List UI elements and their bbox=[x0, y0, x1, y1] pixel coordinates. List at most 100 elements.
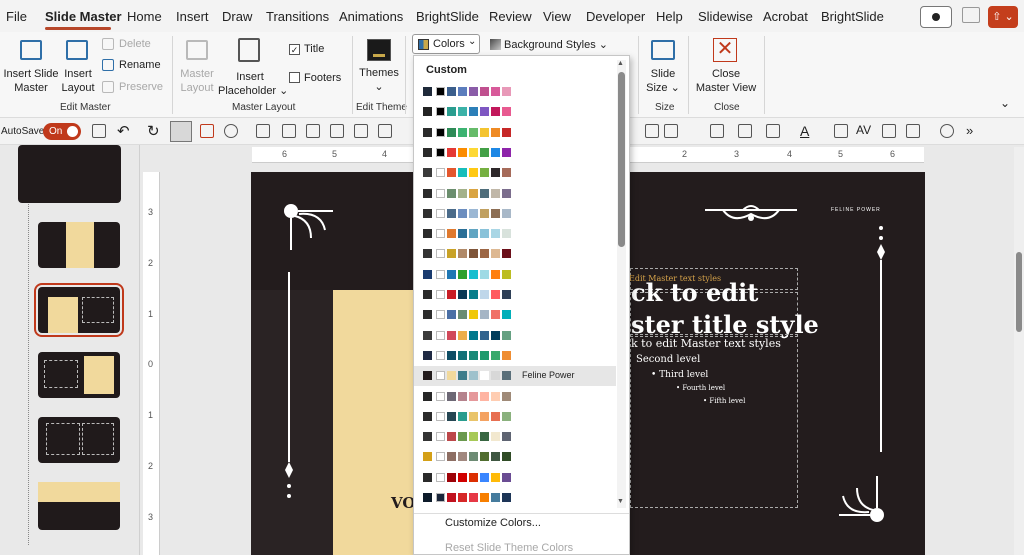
menu-help[interactable]: Help bbox=[656, 9, 683, 24]
font-color-icon[interactable]: A bbox=[800, 123, 809, 139]
line-spacing-icon[interactable] bbox=[882, 124, 896, 138]
background-styles-button[interactable]: Background Styles ⌄ bbox=[504, 38, 608, 51]
layout-thumbnail-3[interactable] bbox=[38, 352, 120, 398]
color-palette-option[interactable] bbox=[414, 468, 616, 488]
master-layout-button[interactable]: Master Layout bbox=[178, 67, 216, 95]
paint-bucket-icon[interactable] bbox=[664, 124, 678, 138]
scroll-up-icon[interactable]: ▲ bbox=[617, 60, 624, 67]
shape-outline-icon[interactable] bbox=[710, 124, 724, 138]
save-icon[interactable] bbox=[92, 124, 106, 138]
align-center-icon[interactable] bbox=[330, 124, 344, 138]
menu-brightslide-2[interactable]: BrightSlide bbox=[821, 9, 884, 24]
scroll-down-icon[interactable]: ▼ bbox=[617, 498, 624, 505]
color-palette-option[interactable] bbox=[414, 143, 616, 163]
palette-swatch bbox=[458, 411, 467, 421]
color-palette-option[interactable] bbox=[414, 265, 616, 285]
color-palette-option[interactable] bbox=[414, 407, 616, 427]
insert-layout-button[interactable]: Insert Layout bbox=[60, 67, 96, 95]
menu-slidewise[interactable]: Slidewise bbox=[698, 9, 753, 24]
color-palette-option[interactable] bbox=[414, 305, 616, 325]
autosave-toggle[interactable]: On bbox=[43, 123, 81, 140]
menu-review[interactable]: Review bbox=[489, 9, 532, 24]
align-left-icon[interactable] bbox=[306, 124, 320, 138]
slide-master-thumbnail[interactable] bbox=[18, 145, 121, 203]
menu-file[interactable]: File bbox=[6, 9, 27, 24]
fill-color-icon[interactable] bbox=[738, 124, 752, 138]
shapes-icon[interactable] bbox=[224, 124, 238, 138]
menu-draw[interactable]: Draw bbox=[222, 9, 252, 24]
redo-icon[interactable]: ↻ bbox=[147, 122, 160, 140]
color-palette-option[interactable] bbox=[414, 285, 616, 305]
reset-theme-colors-item[interactable]: Reset Slide Theme Colors bbox=[445, 542, 573, 554]
main-scrollbar[interactable] bbox=[1014, 147, 1024, 555]
color-palette-option[interactable] bbox=[414, 184, 616, 204]
menu-slide-master[interactable]: Slide Master bbox=[45, 9, 122, 24]
delete-button[interactable]: Delete bbox=[119, 38, 151, 50]
color-palette-option[interactable] bbox=[414, 244, 616, 264]
color-palette-option[interactable]: Feline Power bbox=[414, 366, 616, 387]
menu-insert[interactable]: Insert bbox=[176, 9, 209, 24]
colors-button[interactable]: Colors ⌄ bbox=[412, 34, 480, 54]
themes-label: Themes bbox=[359, 67, 399, 79]
align-middle-icon[interactable] bbox=[378, 124, 392, 138]
layout-thumbnail-4[interactable] bbox=[38, 417, 120, 463]
pen-icon[interactable] bbox=[766, 124, 780, 138]
color-palette-option[interactable] bbox=[414, 447, 616, 467]
align-top-icon[interactable] bbox=[282, 124, 296, 138]
share-button[interactable]: ⇧ ⌄ bbox=[988, 6, 1018, 28]
preserve-button[interactable]: Preserve bbox=[119, 81, 163, 93]
color-palette-option[interactable] bbox=[414, 204, 616, 224]
menu-view[interactable]: View bbox=[543, 9, 571, 24]
color-palette-option[interactable] bbox=[414, 102, 616, 122]
align-right-icon[interactable] bbox=[354, 124, 368, 138]
dropdown-scroll-thumb[interactable] bbox=[618, 72, 625, 247]
color-palette-option[interactable] bbox=[414, 387, 616, 407]
menu-home[interactable]: Home bbox=[127, 9, 162, 24]
insert-slide-master-button[interactable]: Insert Slide Master bbox=[3, 67, 59, 95]
customize-colors-item[interactable]: Customize Colors... bbox=[445, 517, 541, 529]
menu-brightslide[interactable]: BrightSlide bbox=[416, 9, 479, 24]
themes-button[interactable]: Themes ⌄ bbox=[358, 66, 400, 94]
color-palette-option[interactable] bbox=[414, 488, 616, 508]
palette-swatch bbox=[447, 350, 456, 360]
layout-thumbnail-1[interactable] bbox=[38, 222, 120, 268]
char-spacing-icon[interactable]: AV bbox=[856, 123, 871, 137]
color-palette-option[interactable] bbox=[414, 326, 616, 346]
color-palette-option[interactable] bbox=[414, 82, 616, 102]
more-commands-icon[interactable]: » bbox=[966, 123, 973, 138]
color-palette-option[interactable] bbox=[414, 224, 616, 244]
collapse-ribbon-icon[interactable]: ⌄ bbox=[1000, 96, 1010, 110]
color-palette-option[interactable] bbox=[414, 123, 616, 143]
ruler-tick: 2 bbox=[148, 461, 154, 471]
menu-developer[interactable]: Developer bbox=[586, 9, 645, 24]
close-master-view-button[interactable]: Close Master View bbox=[694, 67, 758, 95]
color-palette-option[interactable] bbox=[414, 163, 616, 183]
master-layout-label-2: Layout bbox=[180, 82, 214, 94]
rename-button[interactable]: Rename bbox=[119, 59, 161, 71]
comment-icon[interactable] bbox=[962, 7, 980, 23]
footers-checkbox[interactable] bbox=[289, 72, 300, 83]
palette-swatch bbox=[469, 391, 478, 401]
menu-animations[interactable]: Animations bbox=[339, 9, 403, 24]
border-icon[interactable] bbox=[834, 124, 848, 138]
list-icon[interactable] bbox=[906, 124, 920, 138]
menu-acrobat[interactable]: Acrobat bbox=[763, 9, 808, 24]
layout-thumbnail-2[interactable] bbox=[34, 283, 124, 337]
normal-view-icon[interactable] bbox=[170, 121, 192, 142]
format-painter-icon[interactable] bbox=[645, 124, 659, 138]
layout-thumbnail-5[interactable] bbox=[38, 482, 120, 530]
close-icon[interactable] bbox=[200, 124, 214, 138]
comment-bubble-icon[interactable] bbox=[940, 124, 954, 138]
insert-placeholder-button[interactable]: Insert Placeholder ⌄ bbox=[218, 70, 288, 98]
ruler-tick: 6 bbox=[282, 149, 288, 159]
title-checkbox[interactable]: ✓ bbox=[289, 44, 300, 55]
chart-icon[interactable] bbox=[256, 124, 270, 138]
undo-icon[interactable]: ↶ bbox=[117, 122, 130, 140]
color-palette-option[interactable] bbox=[414, 427, 616, 447]
slide-size-button[interactable]: Slide Size ⌄ bbox=[644, 67, 682, 95]
record-button[interactable] bbox=[920, 6, 952, 28]
color-palette-option[interactable] bbox=[414, 346, 616, 366]
menu-transitions[interactable]: Transitions bbox=[266, 9, 329, 24]
dropdown-scrollbar[interactable]: ▲ ▼ bbox=[617, 60, 626, 508]
main-scrollbar-thumb[interactable] bbox=[1016, 252, 1022, 332]
